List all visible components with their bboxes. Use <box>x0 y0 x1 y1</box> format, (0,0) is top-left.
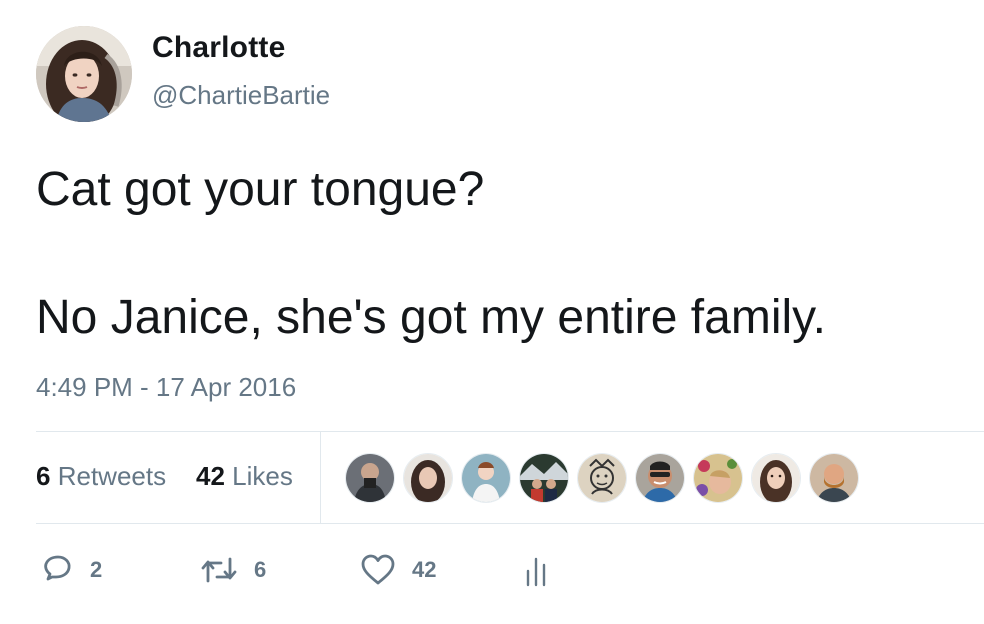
author-handle[interactable]: @ChartieBartie <box>152 80 330 111</box>
retweet-button[interactable]: 6 <box>200 548 266 592</box>
reply-button[interactable]: 2 <box>40 548 102 592</box>
tweet-line-1: Cat got your tongue? <box>36 163 485 216</box>
liker-avatar-4[interactable] <box>519 453 569 503</box>
liker-avatar-6[interactable] <box>635 453 685 503</box>
profile-photo-icon <box>36 26 132 122</box>
likes-stat-label: Likes <box>232 461 293 491</box>
likes-stat-count: 42 <box>196 461 225 491</box>
heart-icon <box>361 554 395 585</box>
likes-stat-link[interactable]: 42 Likes <box>196 461 293 492</box>
analytics-icon <box>526 557 546 587</box>
like-count: 42 <box>412 557 437 582</box>
analytics-button[interactable] <box>524 548 550 592</box>
tweet-timestamp[interactable]: 4:49 PM - 17 Apr 2016 <box>36 372 296 403</box>
author-avatar[interactable] <box>36 26 132 122</box>
tweet-action-bar: 2 6 42 <box>0 548 984 592</box>
author-name[interactable]: Charlotte <box>152 31 285 65</box>
liker-avatar-1[interactable] <box>345 453 395 503</box>
like-button[interactable]: 42 <box>360 548 436 592</box>
reply-icon <box>44 555 71 581</box>
retweets-stat-count: 6 <box>36 461 51 491</box>
liker-avatar-9[interactable] <box>809 453 859 503</box>
liker-avatar-8[interactable] <box>751 453 801 503</box>
liker-avatar-3[interactable] <box>461 453 511 503</box>
retweet-count: 6 <box>254 557 267 582</box>
stats-top-divider <box>36 431 984 432</box>
liker-avatar-5[interactable] <box>577 453 627 503</box>
tweet-text: Cat got your tongue? No Janice, she's go… <box>36 158 966 350</box>
retweets-stat-label: Retweets <box>57 461 167 491</box>
stats-bottom-divider <box>36 523 984 524</box>
liker-avatar-2[interactable] <box>403 453 453 503</box>
tweet-line-2: No Janice, she's got my entire family. <box>36 291 826 344</box>
retweets-stat-link[interactable]: 6 Retweets <box>36 461 166 492</box>
stats-vertical-divider <box>320 432 321 523</box>
reply-count: 2 <box>90 557 103 582</box>
liker-avatar-7[interactable] <box>693 453 743 503</box>
retweet-icon <box>201 557 237 583</box>
